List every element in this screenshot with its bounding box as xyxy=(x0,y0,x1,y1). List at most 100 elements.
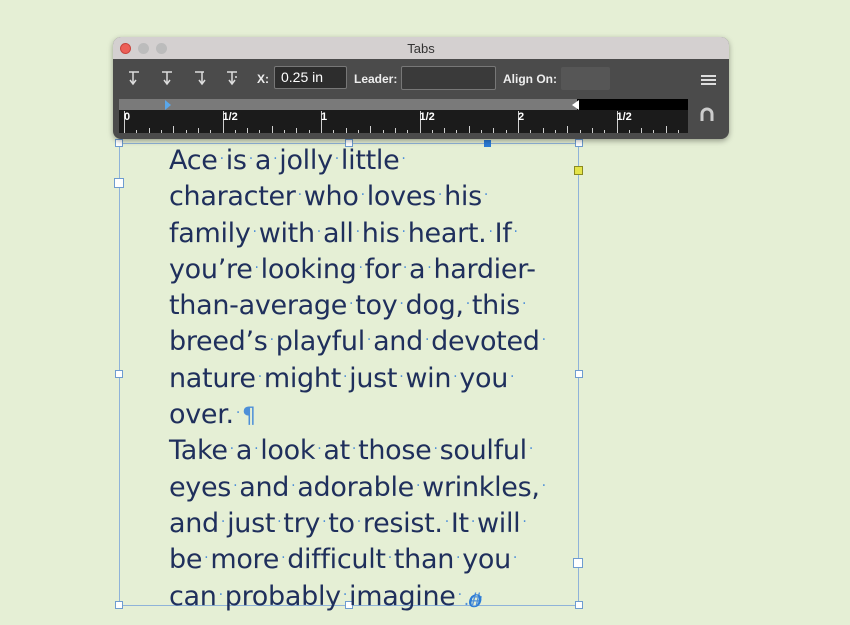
ruler-tick xyxy=(653,130,655,133)
leader-input[interactable] xyxy=(401,66,496,90)
right-indent-area xyxy=(577,99,688,110)
word: might xyxy=(263,362,341,394)
space-marker: · xyxy=(269,332,274,349)
space-marker: · xyxy=(512,550,518,567)
space-marker: · xyxy=(219,151,224,167)
overset-marker: o xyxy=(468,585,483,613)
frame-handle-bottom-left[interactable] xyxy=(115,601,123,609)
right-justified-tab-icon[interactable] xyxy=(193,69,207,87)
word: It xyxy=(450,507,469,539)
word: will xyxy=(476,507,521,539)
word: loves xyxy=(366,181,436,213)
ruler-tick xyxy=(481,130,483,133)
space-marker: · xyxy=(317,441,322,458)
ruler-tick xyxy=(505,130,507,133)
ruler-tick xyxy=(567,126,569,133)
space-marker: · xyxy=(358,259,363,276)
word: for xyxy=(364,253,402,285)
word: devoted xyxy=(431,326,540,358)
ruler-tick xyxy=(382,130,384,133)
space-marker: · xyxy=(470,513,475,530)
ruler-tick xyxy=(259,130,261,133)
ruler-tick xyxy=(173,126,175,133)
word: adorable xyxy=(297,471,414,503)
space-marker: · xyxy=(366,332,372,349)
ruler-tick xyxy=(665,126,667,133)
word: and xyxy=(169,507,219,539)
word: imagine xyxy=(349,580,456,612)
word: a xyxy=(235,435,253,467)
space-marker: · xyxy=(541,332,546,349)
word: can xyxy=(169,580,217,612)
space-marker: · xyxy=(387,550,392,567)
x-position-input[interactable]: 0.25 in xyxy=(274,66,347,89)
word: to xyxy=(328,507,355,539)
ruler-tick xyxy=(296,128,298,133)
word: this xyxy=(471,290,520,322)
ruler-label: 0 xyxy=(124,111,131,123)
space-marker: · xyxy=(349,296,354,313)
story-line: can ·probably ·imagine · .# xyxy=(169,579,589,615)
align-on-input[interactable] xyxy=(561,67,610,90)
story-line: eyes ·and ·adorable ·wrinkles, · xyxy=(169,470,589,506)
ruler-tick xyxy=(345,128,347,133)
space-marker: · xyxy=(297,187,302,204)
story-text[interactable]: Ace ·is ·a ·jolly ·little · character ·who ·love… xyxy=(169,143,589,615)
ruler-label: 1/2 xyxy=(222,111,238,123)
word: hardier- xyxy=(433,253,536,285)
position-panel-above-frame-icon[interactable] xyxy=(700,107,714,123)
word: than-average xyxy=(169,290,348,322)
space-marker: · xyxy=(257,368,262,385)
word: soulful xyxy=(439,435,528,467)
left-tab-stop-marker[interactable] xyxy=(165,100,171,110)
word: just xyxy=(349,362,398,394)
word: little xyxy=(340,145,400,176)
space-marker: · xyxy=(229,441,234,458)
right-indent-marker[interactable] xyxy=(572,100,579,110)
space-marker: · xyxy=(218,586,223,603)
align-on-label: Align On: xyxy=(503,72,557,86)
space-marker: · xyxy=(316,223,321,240)
ruler-tick xyxy=(591,128,593,133)
space-marker: · xyxy=(541,477,546,494)
left-justified-tab-icon[interactable] xyxy=(128,69,142,87)
space-marker: · xyxy=(457,586,462,603)
space-marker: · xyxy=(291,477,296,494)
word: who xyxy=(303,181,359,213)
word: character xyxy=(169,181,296,213)
space-marker: · xyxy=(356,513,361,530)
ruler-tick xyxy=(185,130,187,133)
ruler-tick xyxy=(456,130,458,133)
word: is xyxy=(225,145,247,176)
space-marker: · xyxy=(401,151,406,167)
ruler-tick xyxy=(148,128,150,133)
space-marker: · xyxy=(248,151,253,167)
panel-menu-icon[interactable] xyxy=(701,75,716,85)
title-bar[interactable]: Tabs xyxy=(113,37,729,59)
align-to-decimal-tab-icon[interactable] xyxy=(225,69,239,87)
ruler-tick xyxy=(210,130,212,133)
space-marker: · xyxy=(488,223,493,240)
ruler-tick xyxy=(431,130,433,133)
ruler-label: 1 xyxy=(321,111,328,123)
leader-label: Leader: xyxy=(354,72,398,86)
space-marker: · xyxy=(342,368,348,385)
space-marker: · xyxy=(254,259,259,276)
word: a xyxy=(409,253,426,285)
space-marker: · xyxy=(235,405,240,422)
space-marker: · xyxy=(351,441,357,458)
word: try xyxy=(283,507,321,539)
frame-handle-top-left[interactable] xyxy=(115,139,123,147)
story-line: than-average ·toy ·dog, ·this · xyxy=(169,288,589,324)
center-justified-tab-icon[interactable] xyxy=(160,69,174,87)
word: you xyxy=(459,362,509,394)
ruler-tick xyxy=(284,130,286,133)
frame-handle-middle-left[interactable] xyxy=(115,370,123,378)
space-marker: · xyxy=(521,296,527,313)
tab-ruler[interactable]: 0 1/2 1 1/2 2 1/2 xyxy=(119,110,688,133)
word: playful xyxy=(275,326,365,358)
in-port[interactable] xyxy=(114,178,124,188)
space-marker: · xyxy=(277,513,282,530)
word: eyes xyxy=(169,471,232,503)
space-marker: · xyxy=(510,368,515,385)
